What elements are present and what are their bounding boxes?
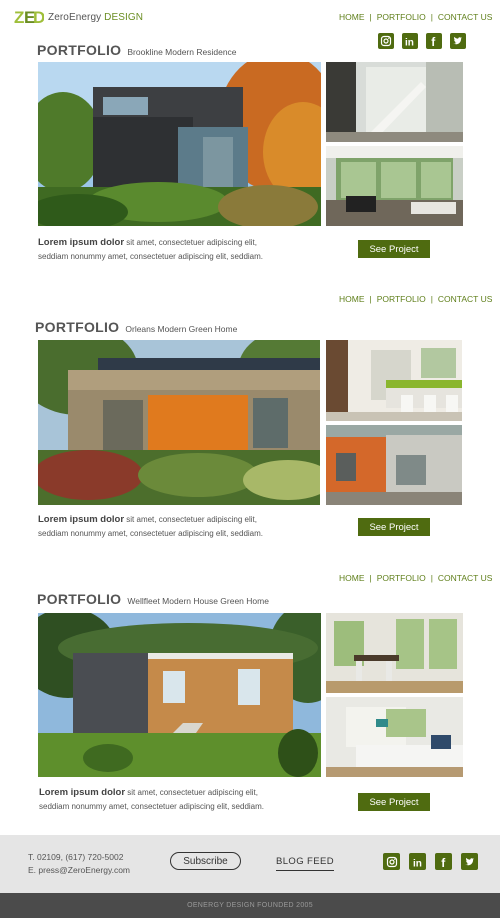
project-living-room-photo[interactable]: [326, 146, 463, 226]
description-text: seddiam nonummy amet, consectetuer adipi…: [38, 529, 263, 538]
project-description: Lorem ipsum dolor sit amet, consectetuer…: [39, 786, 264, 814]
nav-home[interactable]: HOME: [339, 573, 365, 583]
footer-copyright: OENERGY DESIGN FOUNDED 2005: [0, 893, 500, 918]
nav-separator: |: [430, 294, 433, 304]
description-lead: Lorem ipsum dolor: [38, 514, 125, 525]
brand-name-accent: DESIGN: [104, 11, 144, 23]
nav-separator: |: [430, 573, 433, 583]
project-interior-photo[interactable]: [326, 62, 463, 142]
project-description: Lorem ipsum dolor sit amet, consectetuer…: [38, 513, 263, 541]
project-main-photo[interactable]: [38, 613, 321, 777]
linkedin-icon[interactable]: in: [402, 33, 418, 49]
section-title: PORTFOLIO Wellfleet Modern House Green H…: [37, 591, 269, 607]
subscribe-button[interactable]: Subscribe: [170, 852, 241, 870]
description-lead: Lorem ipsum dolor: [39, 787, 126, 798]
project-name: Brookline Modern Residence: [127, 47, 237, 57]
nav-separator: |: [430, 12, 433, 22]
brand-name: ZeroEnergy DESIGN: [48, 12, 143, 23]
nav-separator: |: [369, 294, 372, 304]
nav-contact[interactable]: CONTACT US: [438, 12, 492, 22]
linkedin-icon[interactable]: in: [409, 853, 426, 870]
svg-text:Z: Z: [14, 8, 24, 26]
description-text: seddiam nonummy amet, consectetuer adipi…: [39, 802, 264, 811]
nav-home[interactable]: HOME: [339, 12, 365, 22]
email-address[interactable]: E. press@ZeroEnergy.com: [28, 864, 130, 877]
svg-text:in: in: [413, 858, 422, 868]
section-nav: HOME | PORTFOLIO | CONTACT US: [339, 294, 492, 304]
brand-name-prefix: ZeroEnergy: [48, 11, 102, 23]
project-exterior-detail-photo[interactable]: [326, 425, 462, 505]
portfolio-heading: PORTFOLIO: [37, 42, 122, 58]
section-title: PORTFOLIO Brookline Modern Residence: [37, 42, 237, 58]
nav-contact[interactable]: CONTACT US: [438, 294, 492, 304]
social-links-top: in f: [378, 33, 466, 49]
project-bedroom-photo[interactable]: [326, 697, 463, 777]
svg-text:D: D: [33, 8, 44, 26]
nav-home[interactable]: HOME: [339, 294, 365, 304]
project-main-photo[interactable]: [38, 62, 321, 226]
phone-number: T. 02109, (617) 720-5002: [28, 852, 124, 862]
description-text: seddiam nonummy amet, consectetuer adipi…: [38, 252, 263, 261]
nav-separator: |: [369, 12, 372, 22]
nav-portfolio[interactable]: PORTFOLIO: [377, 12, 426, 22]
zed-logo-icon: Z E D: [14, 8, 44, 26]
top-nav: HOME | PORTFOLIO | CONTACT US: [339, 12, 492, 22]
nav-portfolio[interactable]: PORTFOLIO: [377, 294, 426, 304]
facebook-icon[interactable]: f: [435, 853, 452, 870]
description-text: sit amet, consectetuer adipiscing elit,: [125, 788, 258, 797]
nav-separator: |: [369, 573, 372, 583]
project-description: Lorem ipsum dolor sit amet, consectetuer…: [38, 236, 263, 264]
instagram-icon[interactable]: [378, 33, 394, 49]
brand-logo[interactable]: Z E D ZeroEnergy DESIGN: [14, 8, 143, 26]
description-text: sit amet, consectetuer adipiscing elit,: [124, 515, 257, 524]
social-links-footer: in f: [383, 853, 478, 870]
nav-contact[interactable]: CONTACT US: [438, 573, 492, 583]
section-nav: HOME | PORTFOLIO | CONTACT US: [339, 573, 492, 583]
portfolio-heading: PORTFOLIO: [37, 591, 122, 607]
description-text: sit amet, consectetuer adipiscing elit,: [124, 238, 257, 247]
description-lead: Lorem ipsum dolor: [38, 237, 125, 248]
svg-text:f: f: [431, 35, 436, 47]
project-dining-photo[interactable]: [326, 613, 463, 693]
project-main-photo[interactable]: [38, 340, 320, 505]
svg-text:f: f: [441, 856, 446, 868]
see-project-button[interactable]: See Project: [358, 240, 430, 258]
footer-contact: T. 02109, (617) 720-5002 E. press@ZeroEn…: [28, 851, 130, 877]
facebook-icon[interactable]: f: [426, 33, 442, 49]
blog-feed-link[interactable]: BLOG FEED: [276, 856, 334, 871]
portfolio-heading: PORTFOLIO: [35, 319, 120, 335]
twitter-icon[interactable]: [450, 33, 466, 49]
project-name: Wellfleet Modern House Green Home: [127, 596, 269, 606]
project-kitchen-photo[interactable]: [326, 340, 462, 421]
see-project-button[interactable]: See Project: [358, 518, 430, 536]
nav-portfolio[interactable]: PORTFOLIO: [377, 573, 426, 583]
project-name: Orleans Modern Green Home: [125, 324, 238, 334]
svg-text:in: in: [405, 38, 414, 48]
twitter-icon[interactable]: [461, 853, 478, 870]
instagram-icon[interactable]: [383, 853, 400, 870]
section-title: PORTFOLIO Orleans Modern Green Home: [35, 319, 237, 335]
see-project-button[interactable]: See Project: [358, 793, 430, 811]
